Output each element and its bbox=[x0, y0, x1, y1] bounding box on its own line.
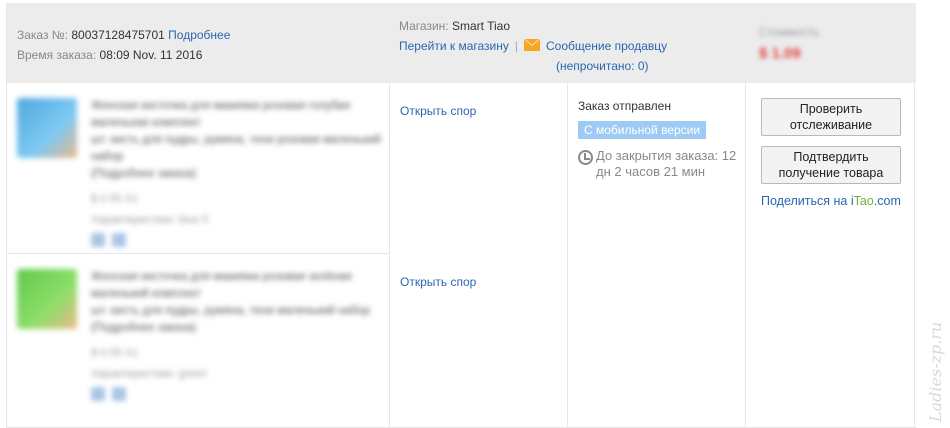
order-info: Заказ №: 80037128475701 Подробнее Время … bbox=[17, 25, 230, 65]
open-dispute-link-1[interactable]: Открыть спор bbox=[400, 104, 476, 118]
product-title[interactable]: Женская кисточка для макияжа розовая гол… bbox=[91, 98, 381, 132]
amount-value: $ 1.09 bbox=[759, 45, 801, 62]
column-divider bbox=[389, 83, 390, 428]
column-divider bbox=[567, 83, 568, 428]
badge-icon bbox=[91, 233, 105, 247]
row-divider bbox=[7, 253, 389, 254]
product-title-line2: шт. кисть для пудры, румяна, тени малень… bbox=[91, 305, 371, 317]
separator: | bbox=[514, 39, 518, 53]
product-title-line2: шт. кисть для пудры, румяна, тени розова… bbox=[91, 134, 381, 163]
badge-icon bbox=[91, 387, 105, 401]
share-brand-domain: .com bbox=[873, 194, 901, 208]
product-thumbnail[interactable] bbox=[17, 269, 77, 329]
badge-icon bbox=[112, 233, 126, 247]
order-details-link[interactable]: Подробнее bbox=[168, 28, 230, 42]
product-description: Женская кисточка для макияжа розовая зел… bbox=[91, 269, 381, 406]
product-icons bbox=[91, 233, 381, 252]
mobile-version-badge: С мобильной версии bbox=[578, 121, 707, 139]
product-details: (Подробнее заказа) bbox=[91, 168, 197, 180]
store-label: Магазин: bbox=[399, 19, 449, 33]
amount-label: Стоимость bbox=[759, 25, 820, 39]
product-price: $ 0.55 X1 bbox=[91, 347, 139, 359]
deadline-text: До закрытия заказа: 12 дн 2 часов 21 мин bbox=[596, 148, 737, 179]
product-details: (Подробнее заказа) bbox=[91, 322, 197, 334]
message-seller-link[interactable]: Сообщение продавцу bbox=[546, 39, 667, 53]
open-dispute-link-2[interactable]: Открыть спор bbox=[400, 275, 476, 289]
unread-messages-link[interactable]: (непрочитано: 0) bbox=[556, 59, 649, 73]
product-description: Женская кисточка для макияжа розовая гол… bbox=[91, 98, 381, 252]
order-deadline: До закрытия заказа: 12 дн 2 часов 21 мин bbox=[578, 148, 748, 180]
product-title[interactable]: Женская кисточка для макияжа розовая зел… bbox=[91, 269, 381, 303]
open-dispute-label[interactable]: Открыть спор bbox=[400, 275, 476, 289]
order-number: 80037128475701 bbox=[71, 28, 165, 42]
order-number-label: Заказ №: bbox=[17, 28, 69, 42]
envelope-icon bbox=[524, 39, 540, 51]
watermark: Ladies-zp.ru bbox=[922, 300, 950, 428]
order-card: Заказ №: 80037128475701 Подробнее Время … bbox=[6, 3, 916, 428]
badge-icon bbox=[112, 387, 126, 401]
order-amount: Стоимость $ 1.09 bbox=[759, 21, 819, 65]
share-brand-tao: Tao bbox=[853, 194, 874, 208]
clock-icon bbox=[578, 150, 593, 165]
order-status: Заказ отправлен С мобильной версии До за… bbox=[578, 98, 748, 180]
product-properties: Характеристики: blue 5 bbox=[91, 214, 209, 226]
order-header: Заказ №: 80037128475701 Подробнее Время … bbox=[7, 3, 916, 83]
confirm-receipt-button[interactable]: Подтвердить получение товара bbox=[761, 146, 901, 184]
go-to-store-link[interactable]: Перейти к магазину bbox=[399, 39, 509, 53]
status-text: Заказ отправлен bbox=[578, 99, 671, 113]
store-name: Smart Tiao bbox=[451, 19, 510, 33]
order-time-label: Время заказа: bbox=[17, 48, 97, 62]
order-time: 08:09 Nov. 11 2016 bbox=[99, 48, 203, 62]
watermark-text: Ladies-zp.ru bbox=[926, 321, 945, 422]
open-dispute-label[interactable]: Открыть спор bbox=[400, 104, 476, 118]
share-prefix: Поделиться на bbox=[761, 194, 851, 208]
order-actions: Проверить отслеживание Подтвердить получ… bbox=[761, 98, 907, 208]
product-price: $ 0.55 X1 bbox=[91, 193, 139, 205]
product-thumbnail[interactable] bbox=[17, 98, 77, 158]
check-tracking-button[interactable]: Проверить отслеживание bbox=[761, 98, 901, 136]
product-icons bbox=[91, 387, 381, 406]
store-info: Магазин: Smart Tiao Перейти к магазину | С… bbox=[399, 16, 667, 76]
product-properties: Характеристики: green bbox=[91, 368, 207, 380]
share-itao-link[interactable]: Поделиться на iTao.com bbox=[761, 194, 907, 208]
